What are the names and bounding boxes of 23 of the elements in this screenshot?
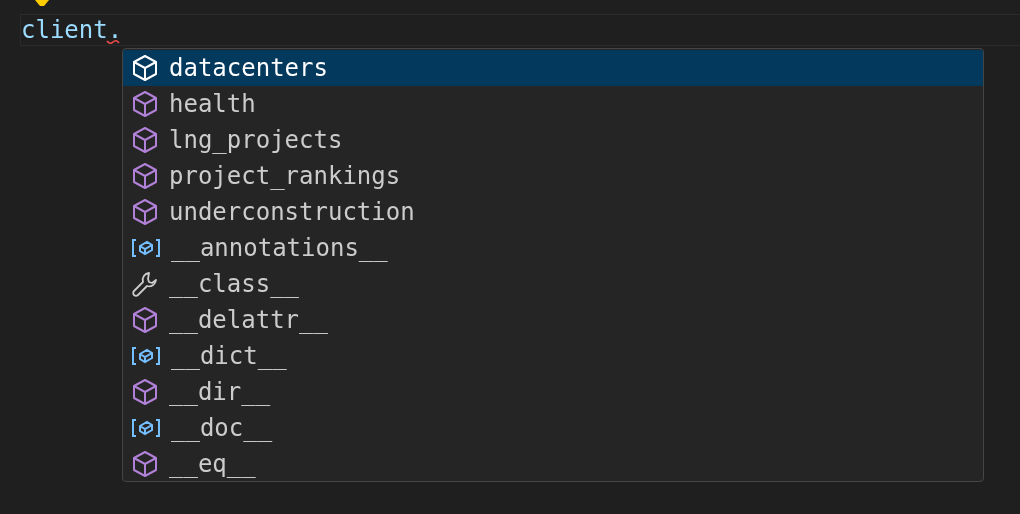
- suggestion-item[interactable]: lng_projects: [123, 122, 983, 158]
- suggestion-item[interactable]: __dict__: [123, 338, 983, 374]
- suggestion-item[interactable]: __delattr__: [123, 302, 983, 338]
- wrench-icon: [131, 270, 159, 298]
- cube-icon: [131, 90, 159, 118]
- suggestion-item[interactable]: __doc__: [123, 410, 983, 446]
- cube-icon: [131, 162, 159, 190]
- cube-icon: [131, 198, 159, 226]
- suggestion-item[interactable]: underconstruction: [123, 194, 983, 230]
- suggestion-item[interactable]: __annotations__: [123, 230, 983, 266]
- suggestion-item[interactable]: __dir__: [123, 374, 983, 410]
- lightbulb-icon[interactable]: [33, 0, 51, 7]
- code-text: client.: [21, 15, 123, 45]
- cube-icon: [131, 378, 159, 406]
- suggestion-item[interactable]: datacenters: [123, 50, 983, 86]
- suggestion-item[interactable]: health: [123, 86, 983, 122]
- cube-icon: [131, 306, 159, 334]
- suggestion-item[interactable]: project_rankings: [123, 158, 983, 194]
- cube-icon: [131, 126, 159, 154]
- suggestion-item[interactable]: __class__: [123, 266, 983, 302]
- cube-icon: [131, 450, 159, 478]
- cube-icon: [131, 54, 159, 82]
- suggestion-item[interactable]: __eq__: [123, 446, 983, 481]
